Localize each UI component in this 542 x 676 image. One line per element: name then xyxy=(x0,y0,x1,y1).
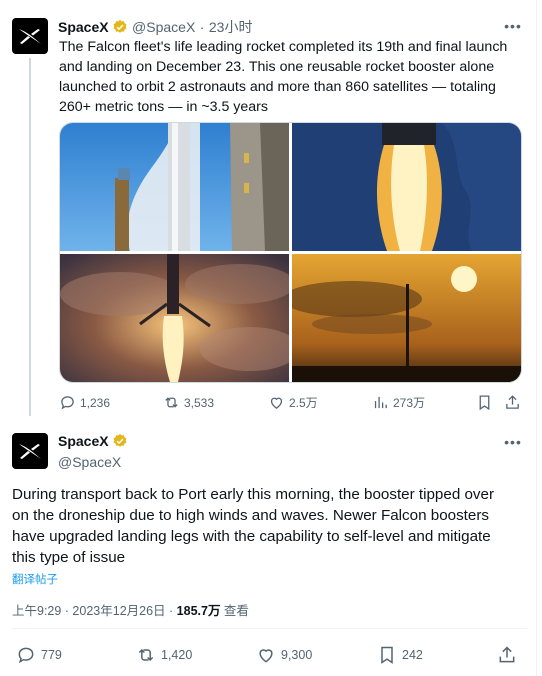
tweet-header: SpaceX @SpaceX · 23小时 xyxy=(58,17,252,37)
analytics-icon xyxy=(374,396,387,409)
avatar[interactable] xyxy=(12,18,48,54)
heart-icon xyxy=(259,649,273,663)
verified-badge-icon xyxy=(113,20,127,33)
post-time[interactable]: 23小时 xyxy=(209,19,253,35)
share-button[interactable] xyxy=(504,394,521,411)
media-image[interactable] xyxy=(292,123,521,251)
divider xyxy=(12,628,527,629)
author-handle[interactable]: @SpaceX xyxy=(58,454,128,470)
tweet-text: The Falcon fleet's life leading rocket c… xyxy=(59,37,529,117)
tweet-text-line: on the droneship due to high winds and w… xyxy=(12,507,490,524)
separator-dot: · xyxy=(199,19,205,35)
repost-icon xyxy=(138,648,154,662)
thread-connector-line xyxy=(29,58,31,416)
booster-landing-photo xyxy=(60,254,289,382)
media-grid xyxy=(59,122,522,383)
bookmark-icon xyxy=(479,395,490,411)
share-button[interactable] xyxy=(497,645,517,665)
media-image[interactable] xyxy=(60,123,289,251)
media-image[interactable] xyxy=(292,254,521,382)
tweet-text-line: this type of issue xyxy=(12,549,126,566)
booster-engine-plume-photo xyxy=(292,123,521,251)
tweet-text-line: The Falcon fleet's life leading rocket c… xyxy=(59,39,508,55)
repost-count: 3,533 xyxy=(184,395,215,410)
timestamp[interactable]: 上午9:29 · 2023年12月26日 · xyxy=(12,604,177,618)
media-image[interactable] xyxy=(60,254,289,382)
like-button[interactable]: 9,300 xyxy=(256,645,312,665)
author-handle[interactable]: @SpaceX xyxy=(132,19,195,35)
heart-icon xyxy=(270,397,283,409)
translate-post-link[interactable]: 翻译帖子 xyxy=(12,571,58,587)
repost-count: 1,420 xyxy=(161,648,193,662)
tweet-text-line: have upgraded landing legs with the capa… xyxy=(12,528,491,545)
spacex-logo-icon xyxy=(19,444,41,459)
bookmark-count: 242 xyxy=(402,648,423,662)
tweet-text-line: 260+ metric tons — in ~3.5 years xyxy=(59,99,268,115)
author-name[interactable]: SpaceX xyxy=(58,433,109,449)
rocket-on-pad-photo xyxy=(60,123,289,251)
spacex-logo-icon xyxy=(19,29,41,44)
share-icon xyxy=(499,646,515,663)
more-options-icon[interactable]: ••• xyxy=(502,18,524,34)
views-button[interactable]: 273万 xyxy=(372,394,425,411)
view-count: 273万 xyxy=(393,396,426,410)
bookmark-button[interactable] xyxy=(476,394,493,411)
verified-badge-icon xyxy=(113,434,127,447)
tweet-text-line: launched to orbit 2 astronauts and more … xyxy=(59,79,496,95)
like-button[interactable]: 2.5万 xyxy=(268,394,318,411)
reply-count: 779 xyxy=(41,648,62,662)
tweet-text-line: During transport back to Port early this… xyxy=(12,486,495,503)
repost-icon xyxy=(165,397,178,408)
bookmark-button[interactable]: 242 xyxy=(377,645,423,665)
bookmark-icon xyxy=(381,646,393,664)
reply-icon xyxy=(18,647,34,664)
reply-icon xyxy=(61,396,74,410)
repost-button[interactable]: 1,420 xyxy=(136,645,192,665)
reply-count: 1,236 xyxy=(80,395,111,410)
tweet-header: SpaceX @SpaceX xyxy=(58,433,128,470)
views-count: 185.7万 xyxy=(176,604,221,618)
more-options-icon[interactable]: ••• xyxy=(502,434,524,450)
like-count: 2.5万 xyxy=(289,396,318,410)
rocket-at-sunset-photo xyxy=(292,254,521,382)
share-icon xyxy=(506,395,519,409)
reply-button[interactable]: 1,236 xyxy=(59,394,110,411)
tweet-text: During transport back to Port early this… xyxy=(12,484,532,568)
tweet-text-line: and landing on December 23. This one reu… xyxy=(59,59,495,75)
like-count: 9,300 xyxy=(281,648,313,662)
repost-button[interactable]: 3,533 xyxy=(163,394,214,411)
post-meta: 上午9:29 · 2023年12月26日 · 185.7万 查看 xyxy=(12,600,249,619)
avatar[interactable] xyxy=(12,433,48,469)
author-name[interactable]: SpaceX xyxy=(58,19,109,35)
views-label: 查看 xyxy=(220,604,249,618)
reply-button[interactable]: 779 xyxy=(16,645,62,665)
